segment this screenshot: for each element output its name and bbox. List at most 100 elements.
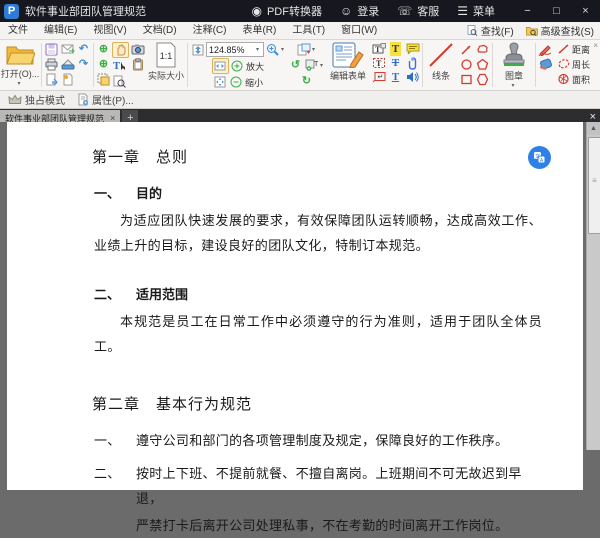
translate-float-button[interactable]: 文 A: [528, 146, 551, 169]
scanner-icon[interactable]: [60, 57, 75, 71]
login-button[interactable]: ☺ 登录: [340, 3, 379, 19]
find-button[interactable]: 查找(F): [461, 23, 520, 38]
rule-item-1: 一、 遵守公司和部门的各项管理制度及规定，保障良好的工作秩序。: [94, 428, 535, 453]
sound-comment-icon[interactable]: [405, 70, 420, 84]
actual-size-button[interactable]: 1:1 实际大小: [146, 40, 186, 90]
polygon-tool-icon[interactable]: [475, 72, 490, 86]
highlight-text-icon[interactable]: T: [388, 42, 403, 56]
rectangle-tool-icon[interactable]: [459, 72, 474, 86]
advanced-find-folder-icon: [526, 25, 538, 36]
doc-search-icon[interactable]: [112, 74, 127, 88]
sub-toolbar: 独占模式 属性(P)...: [0, 91, 600, 109]
vertical-scrollbar[interactable]: ▲: [586, 122, 600, 450]
minimize-button[interactable]: −: [513, 0, 542, 22]
customer-service-button[interactable]: ☏ 客服: [397, 3, 439, 19]
arrow-tool-icon[interactable]: [459, 42, 474, 56]
undo-icon[interactable]: ↶: [76, 42, 91, 56]
perimeter-icon[interactable]: [556, 57, 571, 71]
fit-visible-icon[interactable]: [213, 75, 228, 89]
menu-bar: 文件 编辑(E) 视图(V) 文档(D) 注释(C) 表单(R) 工具(T) 窗…: [0, 22, 600, 40]
select-area-icon[interactable]: [96, 72, 111, 86]
rotate-right-icon[interactable]: ↻: [299, 74, 314, 88]
stamp-dropdown-caret[interactable]: ▾: [512, 82, 517, 89]
area-icon[interactable]: [556, 72, 571, 86]
svg-text:T: T: [314, 61, 319, 68]
menu-comment[interactable]: 注释(C): [185, 22, 235, 39]
close-button[interactable]: ×: [571, 0, 600, 22]
main-toolbar: × 打开(O)... ▾ ↶ ↷: [0, 40, 600, 91]
underline-text-icon[interactable]: T: [388, 70, 403, 84]
rotate-left-icon[interactable]: ↺: [288, 58, 303, 72]
attach-file-icon[interactable]: [405, 56, 420, 70]
menu-form[interactable]: 表单(R): [234, 22, 284, 39]
go-forward-icon[interactable]: ⊕︎: [96, 57, 111, 71]
menu-document[interactable]: 文档(D): [135, 22, 185, 39]
text-field-icon[interactable]: T: [371, 42, 386, 56]
cloud-tool-icon[interactable]: [475, 42, 490, 56]
fit-page-icon[interactable]: [190, 43, 205, 57]
zoom-in-icon[interactable]: [230, 59, 245, 73]
zoom-out-icon[interactable]: [229, 75, 244, 89]
redo-icon[interactable]: ↷: [76, 57, 91, 71]
hamburger-menu-icon: ☰: [457, 4, 468, 18]
callout-box-icon[interactable]: ↵: [371, 70, 386, 84]
rule-item-2: 二、 按时上下班、不提前就餐、不擅自离岗。上班期间不可无故迟到早退，: [94, 461, 535, 511]
stamp-button[interactable]: 图章 ▾: [494, 40, 534, 90]
zoom-in-label[interactable]: 放大: [246, 60, 264, 73]
zoom-level-combobox[interactable]: 124.85%▾: [206, 42, 264, 57]
pdf-converter-button[interactable]: ◉ PDF转换器: [251, 3, 321, 19]
paste-icon[interactable]: [130, 57, 145, 71]
menu-edit[interactable]: 编辑(E): [36, 22, 85, 39]
pencil-draw-icon[interactable]: [538, 42, 553, 56]
properties-button[interactable]: 属性(P)...: [73, 92, 138, 107]
zoom-out-label[interactable]: 缩小: [245, 76, 263, 89]
line-icon: [428, 42, 454, 68]
pdf-converter-icon: ◉: [251, 4, 261, 18]
page-organize-icon[interactable]: [296, 42, 311, 56]
menu-button[interactable]: ☰ 菜单: [457, 3, 495, 19]
toolbar-collapse-icon[interactable]: ×: [593, 41, 598, 50]
ocr-text-icon[interactable]: T: [304, 58, 319, 72]
exclusive-mode-button[interactable]: 独占模式: [4, 92, 69, 107]
measure-group: 距离 周长 面积: [537, 40, 591, 90]
pdf-page[interactable]: 第一章 总则 一、 目的 为适应团队快速发展的要求，有效保障团队运转顺畅，达成高…: [7, 122, 583, 490]
svg-text:T: T: [375, 45, 381, 54]
email-icon[interactable]: [60, 42, 75, 56]
app-logo-icon: P: [4, 4, 19, 19]
export-doc-icon[interactable]: [44, 72, 59, 86]
hand-tool-icon[interactable]: [112, 42, 129, 58]
note-comment-icon[interactable]: [405, 42, 420, 56]
new-doc-icon[interactable]: [60, 72, 75, 86]
edit-form-icon: [331, 42, 365, 68]
paragraph-1: 为适应团队快速发展的要求，有效保障团队运转顺畅，达成高效工作、业绩上升的目标，建…: [94, 208, 542, 258]
document-canvas[interactable]: 第一章 总则 一、 目的 为适应团队快速发展的要求，有效保障团队运转顺畅，达成高…: [0, 122, 600, 450]
open-dropdown-caret[interactable]: ▾: [18, 80, 23, 87]
print-icon[interactable]: [44, 57, 59, 71]
scrollbar-up-arrow[interactable]: ▲: [587, 122, 600, 135]
maximize-button[interactable]: □: [542, 0, 571, 22]
menu-file[interactable]: 文件: [0, 22, 36, 39]
form-field-group: T T ↵: [370, 40, 387, 90]
text-box-icon[interactable]: T: [371, 56, 386, 70]
snapshot-icon[interactable]: [130, 42, 145, 56]
distance-icon[interactable]: [556, 42, 571, 56]
marquee-zoom-icon[interactable]: [265, 43, 280, 57]
advanced-find-button[interactable]: 高级查找(S): [520, 23, 600, 38]
edit-form-button[interactable]: 编辑表单: [326, 40, 370, 90]
select-text-icon[interactable]: T: [112, 59, 127, 73]
pentagon-tool-icon[interactable]: [475, 57, 490, 71]
shape-tools-group: [458, 40, 491, 90]
paragraph-2: 本规范是员工在日常工作中必须遵守的行为准则，适用于团队全体员工。: [94, 309, 542, 359]
open-button[interactable]: 打开(O)... ▾: [0, 40, 40, 90]
circle-tool-icon[interactable]: [459, 57, 474, 71]
go-back-icon[interactable]: ⊕︎: [96, 42, 111, 56]
eraser-icon[interactable]: [538, 57, 553, 71]
save-icon[interactable]: [44, 42, 59, 56]
menu-tools[interactable]: 工具(T): [284, 22, 333, 39]
strikeout-text-icon[interactable]: T: [388, 56, 403, 70]
scrollbar-thumb[interactable]: [588, 137, 600, 234]
fit-width-icon[interactable]: [212, 58, 229, 74]
menu-window[interactable]: 窗口(W): [333, 22, 385, 39]
line-tool-button[interactable]: 线条: [424, 40, 458, 90]
menu-view[interactable]: 视图(V): [85, 22, 134, 39]
